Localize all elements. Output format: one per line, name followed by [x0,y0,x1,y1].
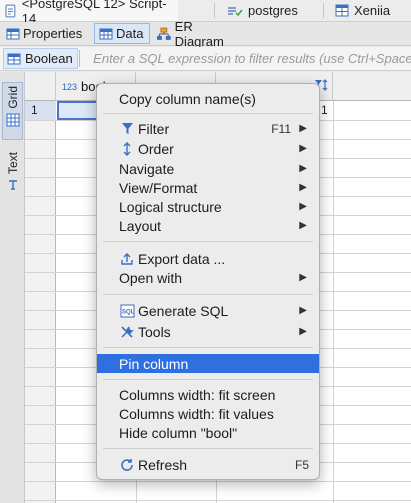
menu-item-label: Refresh [138,456,188,473]
menu-item-logical-structure[interactable]: Logical structure ▶ [97,197,319,216]
menu-item-label: Navigate [119,160,175,177]
tab-properties[interactable]: Properties [2,23,91,44]
menu-item-open-with[interactable]: Open with ▶ [97,268,319,287]
editor-tab-xeniia[interactable]: Xeniia [330,0,411,21]
filter-icon [119,121,135,137]
view-mode-strip: Grid Text [0,72,25,503]
editor-tab-label: Xeniia [354,3,391,18]
menu-item-label: Tools [138,323,171,340]
table-name-badge[interactable]: Boolean [3,48,78,69]
sql-icon: SQL [119,303,135,319]
menu-item-label: Open with [119,269,183,286]
menu-item-label: Filter [138,120,170,137]
sort-icon [119,141,135,157]
svg-text:SQL: SQL [122,309,135,315]
submenu-arrow-icon: ▶ [299,182,307,193]
menu-item-fit-values[interactable]: Columns width: fit values [97,404,319,423]
side-tab-grid[interactable]: Grid [2,82,23,140]
er-diagram-icon [156,27,171,40]
database-check-icon [228,6,243,16]
side-tab-text[interactable]: Text [2,150,23,200]
tools-icon [119,324,135,340]
menu-item-label: Generate SQL [138,302,229,319]
column-type-badge: 123 [62,81,78,92]
menu-item-filter[interactable]: Filter F11 ▶ [97,119,319,138]
submenu-arrow-icon: ▶ [299,220,307,231]
submenu-arrow-icon: ▶ [299,272,307,283]
tab-data[interactable]: Data [94,23,150,44]
tab-label: Properties [23,26,83,41]
result-tab-bar: Properties Data ER Diagram [0,19,411,49]
menu-item-label: Hide column "bool" [119,424,238,441]
menu-shortcut: F11 [271,121,291,136]
menu-item-label: Export data ... [138,250,226,267]
filter-placeholder: Enter a SQL expression to filter results… [93,51,411,66]
menu-item-pin-column[interactable]: Pin column [97,354,319,373]
table-icon [7,53,21,64]
export-icon [119,251,135,267]
script-icon [5,4,16,17]
side-tab-label: Grid [5,86,20,109]
menu-item-view-format[interactable]: View/Format ▶ [97,178,319,197]
cell-value[interactable]: 1 [321,101,328,120]
table-name-label: Boolean [25,51,73,66]
submenu-arrow-icon: ▶ [299,201,307,212]
tab-label: Data [116,26,144,41]
submenu-arrow-icon: ▶ [299,143,307,154]
filter-input[interactable]: Enter a SQL expression to filter results… [87,49,411,68]
menu-item-label: View/Format [119,179,198,196]
menu-item-copy-column-names[interactable]: Copy column name(s) [97,89,319,108]
menu-item-label: Logical structure [119,198,222,215]
menu-item-refresh[interactable]: Refresh F5 [97,455,319,474]
menu-item-export-data[interactable]: Export data ... [97,249,319,268]
submenu-arrow-icon: ▶ [299,305,307,316]
editor-tab-script[interactable]: <PostgreSQL 12> Script-14 [0,0,178,26]
properties-icon [6,28,20,39]
menu-item-label: Order [138,140,174,157]
data-grid-icon [99,28,113,39]
filter-bar: Boolean Enter a SQL expression to filter… [0,47,411,71]
table-icon [335,4,349,17]
menu-item-label: Columns width: fit values [119,405,274,422]
tab-label: ER Diagram [174,18,224,49]
menu-item-navigate[interactable]: Navigate ▶ [97,159,319,178]
submenu-arrow-icon: ▶ [299,326,307,337]
column-context-menu: Copy column name(s) Filter F11 ▶ Order ▶… [96,83,320,480]
submenu-arrow-icon: ▶ [299,123,307,134]
menu-item-hide-column[interactable]: Hide column "bool" [97,423,319,442]
menu-shortcut: F5 [294,457,309,472]
editor-tab-label: postgres [248,3,298,18]
menu-item-label: Columns width: fit screen [119,386,276,403]
menu-item-label: Pin column [119,355,189,372]
grid-icon [6,113,19,127]
row-number-header [25,72,56,101]
text-icon [8,180,17,190]
refresh-icon [119,457,135,473]
menu-item-label: Layout [119,217,162,234]
row-number: 1 [25,101,56,120]
menu-item-layout[interactable]: Layout ▶ [97,216,319,235]
menu-item-generate-sql[interactable]: SQL Generate SQL ▶ [97,301,319,320]
menu-item-fit-screen[interactable]: Columns width: fit screen [97,385,319,404]
tab-er-diagram[interactable]: ER Diagram [152,19,248,49]
side-tab-label: Text [5,152,20,175]
submenu-arrow-icon: ▶ [299,163,307,174]
menu-item-label: Copy column name(s) [119,90,256,107]
menu-item-order[interactable]: Order ▶ [97,139,319,158]
menu-item-tools[interactable]: Tools ▶ [97,322,319,341]
